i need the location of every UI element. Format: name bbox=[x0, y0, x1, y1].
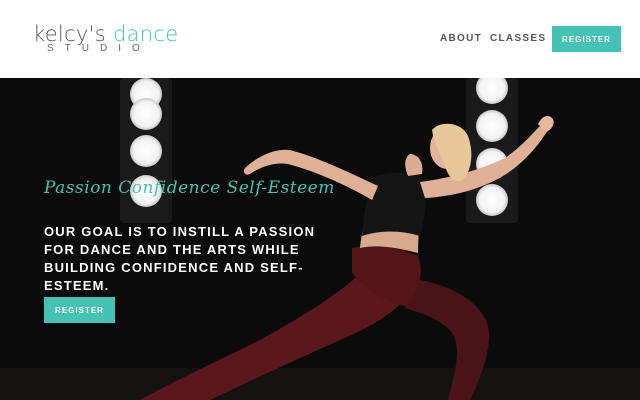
hero-headline: OUR GOAL IS TO INSTILL A PASSION FOR DAN… bbox=[44, 224, 316, 293]
site-header: kelcy's dance STUDIO ABOUT CLASSES REGIS… bbox=[0, 0, 640, 78]
nav-link-about[interactable]: ABOUT bbox=[440, 33, 482, 45]
logo-subtitle: STUDIO bbox=[47, 43, 151, 54]
hero-tagline: Passion Confidence Self-Esteem bbox=[44, 178, 335, 198]
nav-link-classes[interactable]: CLASSES bbox=[490, 33, 546, 45]
header-register-button[interactable]: REGISTER bbox=[552, 26, 621, 52]
hero-register-button[interactable]: REGISTER bbox=[44, 297, 115, 323]
hero-section: Passion Confidence Self-Esteem OUR GOAL … bbox=[0, 78, 640, 400]
logo[interactable]: kelcy's dance STUDIO bbox=[33, 22, 183, 56]
